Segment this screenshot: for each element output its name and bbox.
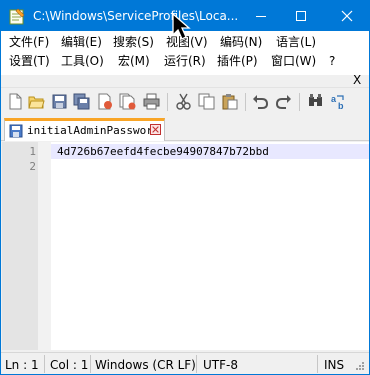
menu-language[interactable]: 语言(L) [276, 34, 316, 51]
tab-bar: initialAdminPassword [1, 118, 369, 141]
open-folder-icon[interactable] [28, 93, 45, 110]
status-insert-mode[interactable]: INS [324, 358, 344, 372]
print-icon[interactable] [143, 93, 160, 110]
menu-tools[interactable]: 工具(O) [61, 53, 104, 70]
tab-label: initialAdminPassword [27, 124, 160, 137]
menu-plugins[interactable]: 插件(P) [217, 53, 258, 70]
notepadpp-app-icon [9, 8, 25, 25]
cut-icon[interactable] [175, 93, 192, 110]
paste-icon[interactable] [221, 93, 238, 110]
fold-margin[interactable] [38, 142, 51, 350]
line-number: 2 [29, 160, 36, 173]
code-line[interactable]: 4d726b67eefd4fecbe94907847b72bbd [57, 145, 269, 158]
svg-text:a: a [331, 94, 337, 104]
menu-search[interactable]: 搜索(S) [113, 34, 154, 51]
minimize-button[interactable] [241, 1, 281, 31]
toolbar-separator [245, 93, 246, 111]
save-all-icon[interactable] [73, 93, 90, 110]
maximize-icon [296, 11, 306, 21]
status-separator [196, 355, 197, 373]
menu-edit[interactable]: 编辑(E) [61, 34, 102, 51]
close-file-icon[interactable] [96, 93, 113, 110]
toolbar-separator [299, 93, 300, 111]
tab-initialadminpassword[interactable]: initialAdminPassword [4, 118, 165, 141]
menu-row-2: 设置(T) 工具(O) 宏(M) 运行(R) 插件(P) 窗口(W) ? [1, 53, 369, 72]
window-close-button[interactable] [327, 1, 367, 31]
window-title: C:\Windows\ServiceProfiles\Loca... [33, 9, 239, 23]
status-encoding[interactable]: UTF-8 [203, 358, 238, 372]
close-document-button[interactable]: X [353, 73, 361, 87]
new-file-icon[interactable] [7, 93, 24, 110]
svg-text:b: b [338, 101, 344, 110]
copy-icon[interactable] [198, 93, 215, 110]
menu-help[interactable]: ? [329, 53, 335, 70]
tab-close-icon[interactable] [150, 124, 161, 135]
minimize-icon [256, 15, 266, 17]
close-all-icon[interactable] [119, 93, 136, 110]
status-separator [44, 355, 45, 373]
status-separator [317, 355, 318, 373]
undo-icon[interactable] [252, 93, 269, 110]
menu-window[interactable]: 窗口(W) [271, 53, 316, 70]
status-line: Ln : 1 [5, 358, 39, 372]
redo-icon[interactable] [275, 93, 292, 110]
menu-encoding[interactable]: 编码(N) [220, 34, 262, 51]
menu-macro[interactable]: 宏(M) [118, 53, 150, 70]
menu-run[interactable]: 运行(R) [164, 53, 206, 70]
notepadpp-window: C:\Windows\ServiceProfiles\Loca... 文件(F)… [0, 0, 370, 375]
saved-file-icon [9, 124, 23, 138]
text-editor[interactable]: 1 2 4d726b67eefd4fecbe94907847b72bbd [2, 142, 369, 350]
toolbar-separator [167, 93, 168, 111]
status-bar: Ln : 1 Col : 1 Windows (CR LF) UTF-8 INS [1, 352, 369, 374]
replace-icon[interactable]: a b [330, 93, 347, 110]
menu-settings[interactable]: 设置(T) [9, 53, 50, 70]
menu-file[interactable]: 文件(F) [9, 34, 49, 51]
line-number: 1 [29, 145, 36, 158]
maximize-button[interactable] [281, 1, 321, 31]
save-icon[interactable] [51, 93, 68, 110]
resize-grip-icon[interactable] [355, 361, 365, 371]
status-separator [90, 355, 91, 373]
status-column: Col : 1 [50, 358, 89, 372]
status-eol[interactable]: Windows (CR LF) [95, 358, 196, 372]
close-icon [341, 10, 353, 22]
find-icon[interactable] [307, 93, 324, 110]
toolbar: a b [1, 87, 369, 115]
mouse-pointer-icon [172, 13, 191, 40]
